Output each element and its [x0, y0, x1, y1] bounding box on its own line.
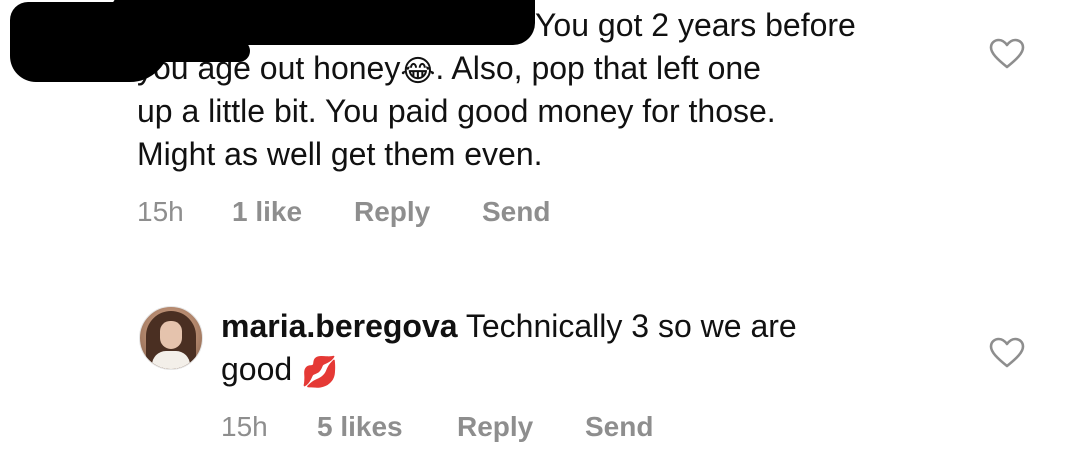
comment-text-line: You got 2 years before [535, 7, 856, 43]
comment-text: maria.beregova Technically 3 so we are g… [221, 305, 961, 391]
kiss-mark-emoji: 💋 [301, 356, 339, 389]
redaction-mark [130, 40, 250, 62]
reply-button[interactable]: Reply [354, 196, 482, 228]
send-button[interactable]: Send [585, 411, 653, 443]
avatar[interactable] [139, 306, 203, 370]
comment-meta: 15h 5 likes Reply Send [221, 411, 653, 443]
comment-text-line: up a little bit. You paid good money for… [137, 93, 776, 129]
heart-outline-icon[interactable] [989, 337, 1025, 369]
like-count-link[interactable]: 5 likes [317, 411, 457, 443]
comment-text-line: Technically 3 so we are [465, 308, 797, 344]
send-button[interactable]: Send [482, 196, 550, 228]
username-link[interactable]: maria.beregova [221, 308, 458, 344]
comment-text-line: . Also, pop that left one [435, 50, 761, 86]
timestamp: 15h [137, 196, 184, 227]
comment-text-line: Might as well get them even. [137, 136, 543, 172]
redaction-mark [110, 0, 535, 45]
like-count-link[interactable]: 1 like [232, 196, 354, 228]
comments-screen: You got 2 years before you age out honey… [0, 0, 1080, 469]
heart-outline-icon[interactable] [989, 38, 1025, 70]
timestamp: 15h [221, 411, 268, 442]
comment-text-line: good [221, 351, 293, 387]
laughing-emoji: 😂 [400, 55, 436, 88]
reply-button[interactable]: Reply [457, 411, 585, 443]
comment-meta: 15h 1 like Reply Send [137, 196, 550, 228]
